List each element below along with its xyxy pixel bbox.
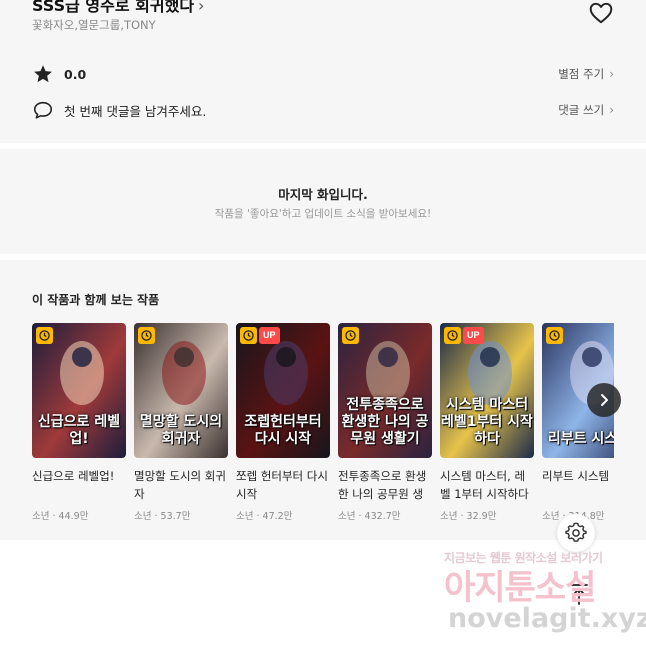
settings-button[interactable]: [557, 514, 595, 552]
gear-icon: [565, 522, 587, 542]
recommendation-card[interactable]: 리부트 시스템 리부트 시스템 소년 · 214.8만: [542, 323, 614, 522]
recommendation-meta: 소년 · 32.9만: [440, 511, 497, 522]
recommendation-meta: 소년 · 47.2만: [236, 511, 293, 522]
carousel-next-button[interactable]: [587, 383, 621, 417]
speech-bubble-icon: [33, 101, 53, 119]
up-badge: UP: [259, 327, 280, 344]
cover-title-art: 전투종족으로 환생한 나의 공무원 생활기: [341, 397, 429, 447]
clock-icon: [36, 327, 53, 344]
write-comment-button[interactable]: 댓글 쓰기 ›: [558, 102, 614, 118]
recommendation-title: 신급으로 레벨업!: [32, 469, 115, 483]
rating-value: 0.0: [64, 66, 87, 82]
up-badge: UP: [463, 327, 484, 344]
recommendation-genre: 소년: [32, 511, 50, 522]
recommendation-card[interactable]: UP 조렙헌터부터 다시 시작 쪼렙 헌터부터 다시 시작 소년 · 47.2만: [236, 323, 330, 522]
cover-title-art: 조렙헌터부터 다시 시작: [244, 414, 322, 447]
heart-icon[interactable]: [588, 0, 614, 26]
chevron-right-icon: [601, 394, 608, 406]
chevron-right-icon: ›: [609, 67, 614, 81]
rate-button[interactable]: 별점 주기 ›: [558, 66, 614, 82]
recommendation-meta: 소년 · 432.7만: [338, 511, 401, 522]
recommendations-carousel: 신급으로 레벨업! 신급으로 레벨업! 소년 · 44.9만 멸망할 도시의 회…: [32, 323, 614, 523]
last-episode-panel: 마지막 화입니다. 작품을 '좋아요'하고 업데이트 소식을 받아보세요!: [0, 149, 646, 254]
recommendation-card[interactable]: 멸망할 도시의 회귀자 멸망할 도시의 회귀자 소년 · 53.7만: [134, 323, 228, 522]
recommendation-title: 리부트 시스템: [542, 469, 610, 483]
rating-row: 0.0 별점 주기 ›: [32, 63, 614, 85]
recommendation-cover: UP 시스템 마스터 레벨1부터 시작하다: [440, 323, 534, 458]
cover-title-art: 신급으로 레벨업!: [37, 414, 121, 447]
watermark-url: novelagit.xyz: [448, 603, 646, 634]
recommendation-views: 44.9만: [58, 511, 89, 522]
recommendation-meta: 소년 · 53.7만: [134, 511, 191, 522]
recommendation-genre: 소년: [542, 511, 560, 522]
recommendation-cover: 멸망할 도시의 회귀자: [134, 323, 228, 458]
recommendation-views: 432.7만: [364, 511, 401, 522]
cover-title-art: 시스템 마스터 레벨1부터 시작하다: [441, 397, 533, 447]
watermark-brand: 아지툰소설: [444, 568, 596, 608]
clock-icon: [138, 327, 155, 344]
clock-icon: [240, 327, 257, 344]
recommendation-views: 32.9만: [466, 511, 497, 522]
recommendation-cover: 전투종족으로 환생한 나의 공무원 생활기: [338, 323, 432, 458]
recommendation-meta: 소년 · 44.9만: [32, 511, 89, 522]
comment-prompt: 첫 번째 댓글을 남겨주세요.: [64, 103, 207, 119]
recommendation-genre: 소년: [440, 511, 458, 522]
write-comment-label: 댓글 쓰기: [558, 103, 605, 117]
recommendation-title: 시스템 마스터, 레벨 1부터 시작하다: [440, 469, 529, 501]
recommendation-title: 멸망할 도시의 회귀자: [134, 469, 226, 501]
clock-icon: [546, 327, 563, 344]
chevron-right-icon: ›: [198, 0, 205, 15]
work-info-panel: SSS급 영주로 회귀했다 › 꽃화자오,열문그룹,TONY 0.0 별점 주기 ›…: [0, 0, 646, 143]
work-authors: 꽃화자오,열문그룹,TONY: [32, 18, 156, 32]
recommendations-panel: 이 작품과 함께 보는 작품 신급으로 레벨업! 신급으로 레벨업! 소년 · …: [0, 260, 646, 540]
recommendation-views: 47.2만: [262, 511, 293, 522]
recommendation-genre: 소년: [338, 511, 356, 522]
recommendation-views: 53.7만: [160, 511, 191, 522]
recommendation-title: 전투종족으로 환생한 나의 공무원 생활기: [338, 469, 427, 501]
last-episode-subtitle: 작품을 '좋아요'하고 업데이트 소식을 받아보세요!: [214, 208, 432, 220]
chevron-right-icon: ›: [609, 103, 614, 117]
cover-title-art: 멸망할 도시의 회귀자: [139, 414, 223, 447]
clock-icon: [342, 327, 359, 344]
recommendation-card[interactable]: 신급으로 레벨업! 신급으로 레벨업! 소년 · 44.9만: [32, 323, 126, 522]
recommendations-title: 이 작품과 함께 보는 작품: [32, 293, 160, 307]
rate-button-label: 별점 주기: [558, 67, 605, 81]
recommendation-genre: 소년: [236, 511, 254, 522]
clock-icon: [444, 327, 461, 344]
recommendation-card[interactable]: 전투종족으로 환생한 나의 공무원 생활기 전투종족으로 환생한 나의 공무원 …: [338, 323, 432, 522]
recommendation-cover: 신급으로 레벨업!: [32, 323, 126, 458]
cover-title-art: 리부트 시스템: [547, 431, 614, 447]
recommendation-card[interactable]: UP 시스템 마스터 레벨1부터 시작하다 시스템 마스터, 레벨 1부터 시작…: [440, 323, 534, 522]
comment-row: 첫 번째 댓글을 남겨주세요. 댓글 쓰기 ›: [32, 99, 614, 121]
recommendation-genre: 소년: [134, 511, 152, 522]
work-title: SSS급 영주로 회귀했다: [32, 0, 195, 15]
recommendation-cover: UP 조렙헌터부터 다시 시작: [236, 323, 330, 458]
recommendation-title: 쪼렙 헌터부터 다시 시작: [236, 469, 328, 501]
star-icon: [34, 65, 52, 83]
work-title-link[interactable]: SSS급 영주로 회귀했다 ›: [32, 0, 204, 16]
last-episode-title: 마지막 화입니다.: [278, 187, 368, 202]
